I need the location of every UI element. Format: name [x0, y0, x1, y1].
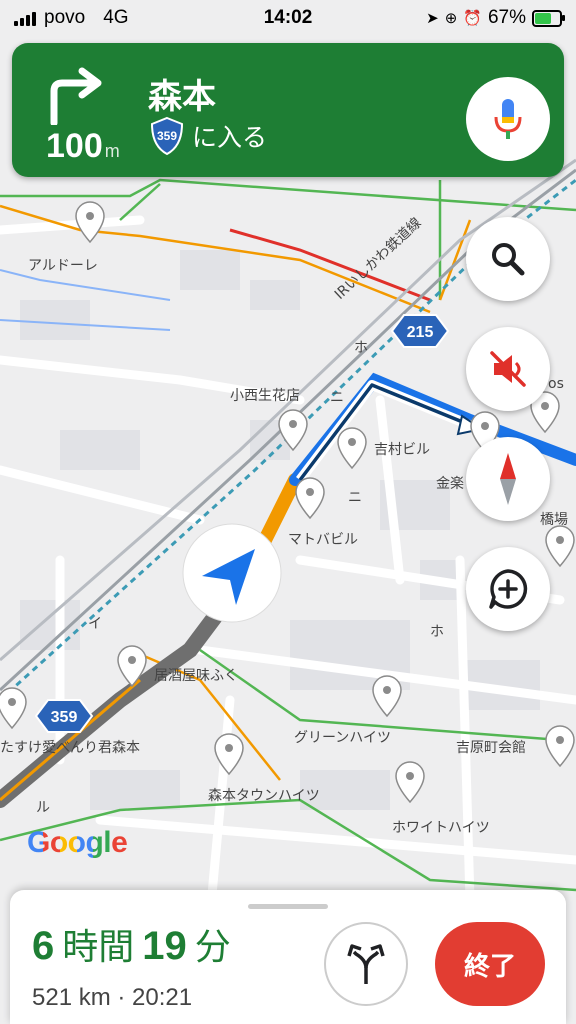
map-label: ニ	[348, 490, 362, 506]
distance-unit: m	[104, 141, 120, 161]
map-label: ニ	[330, 390, 344, 406]
route-instruction: 359 に入る	[148, 116, 268, 156]
search-button[interactable]	[466, 217, 550, 301]
minutes-label: 分	[194, 927, 231, 968]
route-shield-215: 215	[390, 314, 450, 348]
battery-icon	[532, 9, 565, 27]
alternate-routes-button[interactable]	[324, 922, 408, 1006]
map-label: ホワイトハイツ	[392, 820, 490, 836]
map-label: ル	[36, 800, 50, 816]
route-action: に入る	[192, 123, 268, 152]
mute-button[interactable]	[466, 327, 550, 411]
voice-search-button[interactable]	[466, 77, 550, 161]
status-bar: povo 4G 14:02 ➤ ⊕ ⏰ 67%	[0, 0, 576, 34]
hours-value: 6	[32, 924, 55, 968]
compass-icon	[500, 453, 516, 505]
google-logo-text: Google	[27, 826, 128, 859]
map-label: ホ	[430, 624, 444, 640]
battery-percent: 67%	[487, 7, 526, 28]
map-label: 金楽	[436, 476, 464, 492]
map-label: 橋場	[540, 512, 568, 528]
remaining-time: 6 時間 19 分	[32, 926, 239, 966]
fork-route-icon	[347, 944, 385, 984]
microphone-icon	[494, 99, 522, 139]
map-label: 吉村ビル	[374, 442, 430, 458]
map-label: 吉原町会館	[456, 739, 526, 756]
hours-label: 時間	[62, 927, 135, 968]
route-shield-number: 359	[157, 129, 177, 143]
map-label: os	[548, 376, 564, 392]
map-label: マトバビル	[288, 532, 358, 548]
shield-359-text: 359	[51, 709, 78, 726]
route-shield-359: 359	[34, 699, 94, 733]
map-label: たすけ愛べんり君森本	[0, 740, 140, 756]
arrival-time: 20:21	[132, 984, 193, 1011]
alarm-icon: ⏰	[463, 10, 482, 27]
turn-right-icon	[50, 67, 102, 125]
speaker-muted-icon	[490, 351, 526, 387]
location-arrow-icon: ➤	[426, 10, 439, 27]
remaining-distance: 521 km	[32, 984, 111, 1011]
distance-to-turn: 100 m	[46, 129, 120, 163]
google-logo: Google	[27, 826, 128, 860]
map-label: 森本タウンハイツ	[208, 788, 320, 804]
separator-dot: ·	[117, 984, 133, 1011]
navigation-banner[interactable]: 100 m 森本 359 に入る	[12, 43, 564, 177]
add-report-icon	[489, 569, 528, 609]
next-street: 森本	[148, 77, 216, 117]
shield-215-text: 215	[407, 324, 434, 341]
location-puck	[182, 523, 282, 623]
map-label: イ	[88, 616, 102, 632]
distance-value: 100	[46, 127, 103, 165]
route-shield-icon: 359	[148, 116, 186, 156]
trip-info: 521 km · 20:21	[32, 984, 192, 1012]
map-label: 小西生花店	[230, 388, 300, 404]
clock: 14:02	[263, 7, 313, 28]
add-report-button[interactable]	[466, 547, 550, 631]
map-label: 居酒屋味ふく	[154, 668, 238, 684]
exit-navigation-button[interactable]: 終了	[435, 922, 545, 1006]
compass-button[interactable]	[466, 437, 550, 521]
sheet-drag-handle[interactable]	[248, 904, 328, 909]
map-label: アルドーレ	[28, 258, 98, 274]
orientation-lock-icon: ⊕	[444, 10, 458, 27]
map-label: グリーンハイツ	[294, 730, 391, 746]
trip-summary-sheet[interactable]: 6 時間 19 分 521 km · 20:21 終了	[10, 890, 566, 1024]
minutes-value: 19	[142, 924, 187, 968]
magnifier-icon	[492, 243, 525, 276]
map-label: ホ	[354, 340, 368, 356]
